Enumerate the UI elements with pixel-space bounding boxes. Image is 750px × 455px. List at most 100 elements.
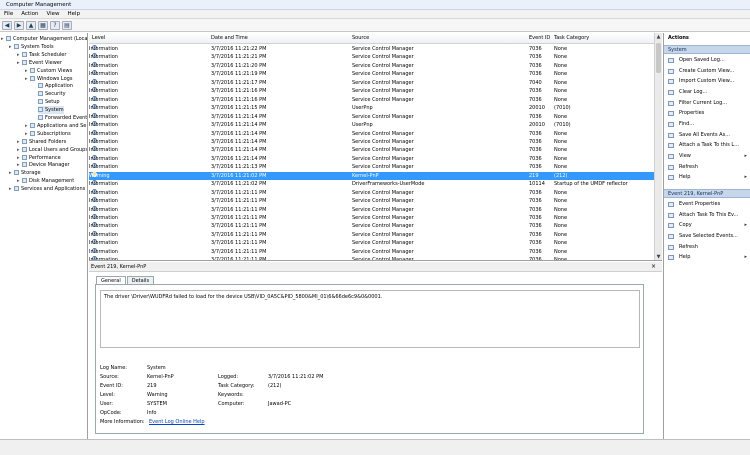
tree-item-computer-management-local[interactable]: Computer Management (Local xyxy=(1,35,87,43)
tree-item-system-tools[interactable]: System Tools xyxy=(9,43,54,51)
action-save-all-events-as[interactable]: Save All Events As... xyxy=(664,130,750,141)
tree-item-windows-logs[interactable]: Windows Logs xyxy=(25,75,73,83)
table-row[interactable]: Information 3/7/2016 11:21:16 PM Service C… xyxy=(89,87,654,95)
action-view[interactable]: View ▸ xyxy=(664,151,750,162)
tree-item-subscriptions[interactable]: Subscriptions xyxy=(25,130,71,138)
table-row[interactable]: Information 3/7/2016 11:21:14 PM Service C… xyxy=(89,112,654,121)
table-row[interactable]: Information 3/7/2016 11:21:14 PM Service C… xyxy=(89,129,654,138)
tree-node-icon xyxy=(30,130,35,136)
table-row[interactable]: Information 3/7/2016 11:21:15 PM UserPnp 20… xyxy=(89,104,654,112)
eventid-cell: 10114 xyxy=(529,181,545,188)
tree-item-application[interactable]: Application xyxy=(38,82,73,90)
action-open-saved-log[interactable]: Open Saved Log... xyxy=(664,55,750,66)
tree-item-device-manager[interactable]: Device Manager xyxy=(17,161,70,169)
back-icon[interactable]: ◀ xyxy=(2,21,12,30)
actions-section-system[interactable]: System xyxy=(664,45,750,54)
table-row[interactable]: Information 3/7/2016 11:21:21 PM Service C… xyxy=(89,53,654,61)
tree-item-disk-management[interactable]: Disk Management xyxy=(17,177,74,185)
menu-help[interactable]: Help xyxy=(68,10,81,18)
tree-item-custom-views[interactable]: Custom Views xyxy=(25,67,72,75)
tab-details[interactable]: Details xyxy=(126,276,155,284)
tree-item-services-and-applications[interactable]: Services and Applications xyxy=(9,185,85,193)
action-label: Copy xyxy=(679,222,692,229)
table-row[interactable]: Information 3/7/2016 11:21:14 PM Service C… xyxy=(89,154,654,163)
action-find[interactable]: Find... xyxy=(664,119,750,130)
action-create-custom-view[interactable]: Create Custom View... xyxy=(664,66,750,77)
table-row[interactable]: Information 3/7/2016 11:21:16 PM Service C… xyxy=(89,95,654,104)
menu-view[interactable]: View xyxy=(46,10,59,18)
action-attach-task-to-this-ev[interactable]: Attach Task To This Ev... xyxy=(664,210,750,221)
action-help[interactable]: Help ▸ xyxy=(664,172,750,183)
action-event-properties[interactable]: Event Properties xyxy=(664,199,750,210)
action-refresh[interactable]: Refresh xyxy=(664,162,750,173)
table-row[interactable]: Information 3/7/2016 11:21:11 PM Service C… xyxy=(89,214,654,222)
up-folder-icon[interactable]: ▲ xyxy=(26,21,36,30)
status-bar xyxy=(0,439,750,455)
datetime-cell: 3/7/2016 11:21:11 PM xyxy=(211,206,267,213)
table-row[interactable]: Information 3/7/2016 11:21:19 PM Service C… xyxy=(89,70,654,78)
column-header-source[interactable]: Source xyxy=(352,33,369,44)
table-row[interactable]: Information 3/7/2016 11:21:17 PM Service C… xyxy=(89,78,654,87)
table-row[interactable]: Information 3/7/2016 11:21:14 PM Service C… xyxy=(89,146,654,154)
category-cell: None xyxy=(554,54,568,61)
tree-item-storage[interactable]: Storage xyxy=(9,169,41,177)
menu-file[interactable]: File xyxy=(4,10,13,18)
column-header-level[interactable]: Level xyxy=(92,33,105,44)
scroll-up-icon[interactable]: ▲ xyxy=(655,33,662,41)
table-row[interactable]: Information 3/7/2016 11:21:14 PM UserPnp 20… xyxy=(89,121,654,129)
table-row[interactable]: Information 3/7/2016 11:21:13 PM Service C… xyxy=(89,163,654,171)
level-text: Warning xyxy=(89,172,110,179)
tree-item-forwarded-event[interactable]: Forwarded Event xyxy=(38,114,87,122)
tree-item-security[interactable]: Security xyxy=(38,90,66,98)
action-clear-log[interactable]: Clear Log... xyxy=(664,87,750,98)
event-list-scrollbar[interactable]: ▲ ▼ xyxy=(654,33,662,260)
action-help[interactable]: Help ▸ xyxy=(664,252,750,263)
event-message[interactable]: The driver \Driver\WUDFRd failed to load… xyxy=(100,290,640,348)
action-copy[interactable]: Copy ▸ xyxy=(664,220,750,231)
table-row[interactable]: Information 3/7/2016 11:21:11 PM Service C… xyxy=(89,205,654,214)
source-cell: Service Control Manager xyxy=(352,138,414,145)
action-refresh[interactable]: Refresh xyxy=(664,242,750,253)
action-attach-a-task-to-this-l[interactable]: Attach a Task To this L... xyxy=(664,140,750,151)
properties-icon[interactable]: ▤ xyxy=(62,21,72,30)
table-row[interactable]: Information 3/7/2016 11:21:11 PM Service C… xyxy=(89,197,654,205)
table-row[interactable]: Information 3/7/2016 11:21:22 PM Service C… xyxy=(89,45,654,53)
tree-item-system[interactable]: System xyxy=(38,106,64,115)
table-row[interactable]: Information 3/7/2016 11:21:11 PM Service C… xyxy=(89,239,654,247)
table-row[interactable]: Information 3/7/2016 11:21:11 PM Service C… xyxy=(89,222,654,230)
table-row[interactable]: Information 3/7/2016 11:21:14 PM Service C… xyxy=(89,137,654,146)
table-row[interactable]: Information 3/7/2016 11:21:11 PM Service C… xyxy=(89,230,654,239)
column-header-datetime[interactable]: Date and Time xyxy=(211,33,248,44)
column-header-eventid[interactable]: Event ID xyxy=(529,33,550,44)
tree-item-shared-folders[interactable]: Shared Folders xyxy=(17,138,66,146)
tree-item-event-viewer[interactable]: Event Viewer xyxy=(17,59,62,67)
close-icon[interactable]: × xyxy=(651,262,656,272)
tree-item-setup[interactable]: Setup xyxy=(38,98,60,106)
forward-icon[interactable]: ▶ xyxy=(14,21,24,30)
table-row[interactable]: Warning 3/7/2016 11:21:02 PM Kernel-PnP 219… xyxy=(89,171,654,181)
action-save-selected-events[interactable]: Save Selected Events... xyxy=(664,231,750,242)
column-header-category[interactable]: Task Category xyxy=(554,33,589,44)
datetime-cell: 3/7/2016 11:21:14 PM xyxy=(211,155,267,162)
menu-action[interactable]: Action xyxy=(21,10,38,18)
table-row[interactable]: Information 3/7/2016 11:21:11 PM Service C… xyxy=(89,188,654,197)
table-row[interactable]: Information 3/7/2016 11:21:11 PM Service C… xyxy=(89,247,654,256)
show-hide-tree-icon[interactable]: ▦ xyxy=(38,21,48,30)
actions-section-event[interactable]: Event 219, Kernel-PnP xyxy=(664,189,750,198)
table-row[interactable]: Information 3/7/2016 11:21:02 PM DriverFra… xyxy=(89,180,654,188)
scroll-thumb[interactable] xyxy=(656,43,661,73)
table-row[interactable]: Information 3/7/2016 11:21:20 PM Service C… xyxy=(89,61,654,70)
table-row[interactable]: Information 3/7/2016 11:21:11 PM Service C… xyxy=(89,256,654,260)
tree-item-task-scheduler[interactable]: Task Scheduler xyxy=(17,51,66,59)
scroll-down-icon[interactable]: ▼ xyxy=(655,253,662,260)
help-icon[interactable]: ? xyxy=(50,21,60,30)
action-properties[interactable]: Properties xyxy=(664,108,750,119)
event-log-online-help-link[interactable]: Event Log Online Help xyxy=(149,419,205,426)
tree-item-applications-and-se[interactable]: Applications and Se xyxy=(25,122,86,130)
action-import-custom-view[interactable]: Import Custom View... xyxy=(664,76,750,87)
tab-general[interactable]: General xyxy=(96,276,126,284)
tree-item-local-users-and-groups[interactable]: Local Users and Groups xyxy=(17,146,87,154)
action-filter-current-log[interactable]: Filter Current Log... xyxy=(664,98,750,109)
tree-item-label: Security xyxy=(45,91,66,98)
tree-item-performance[interactable]: Performance xyxy=(17,154,61,162)
